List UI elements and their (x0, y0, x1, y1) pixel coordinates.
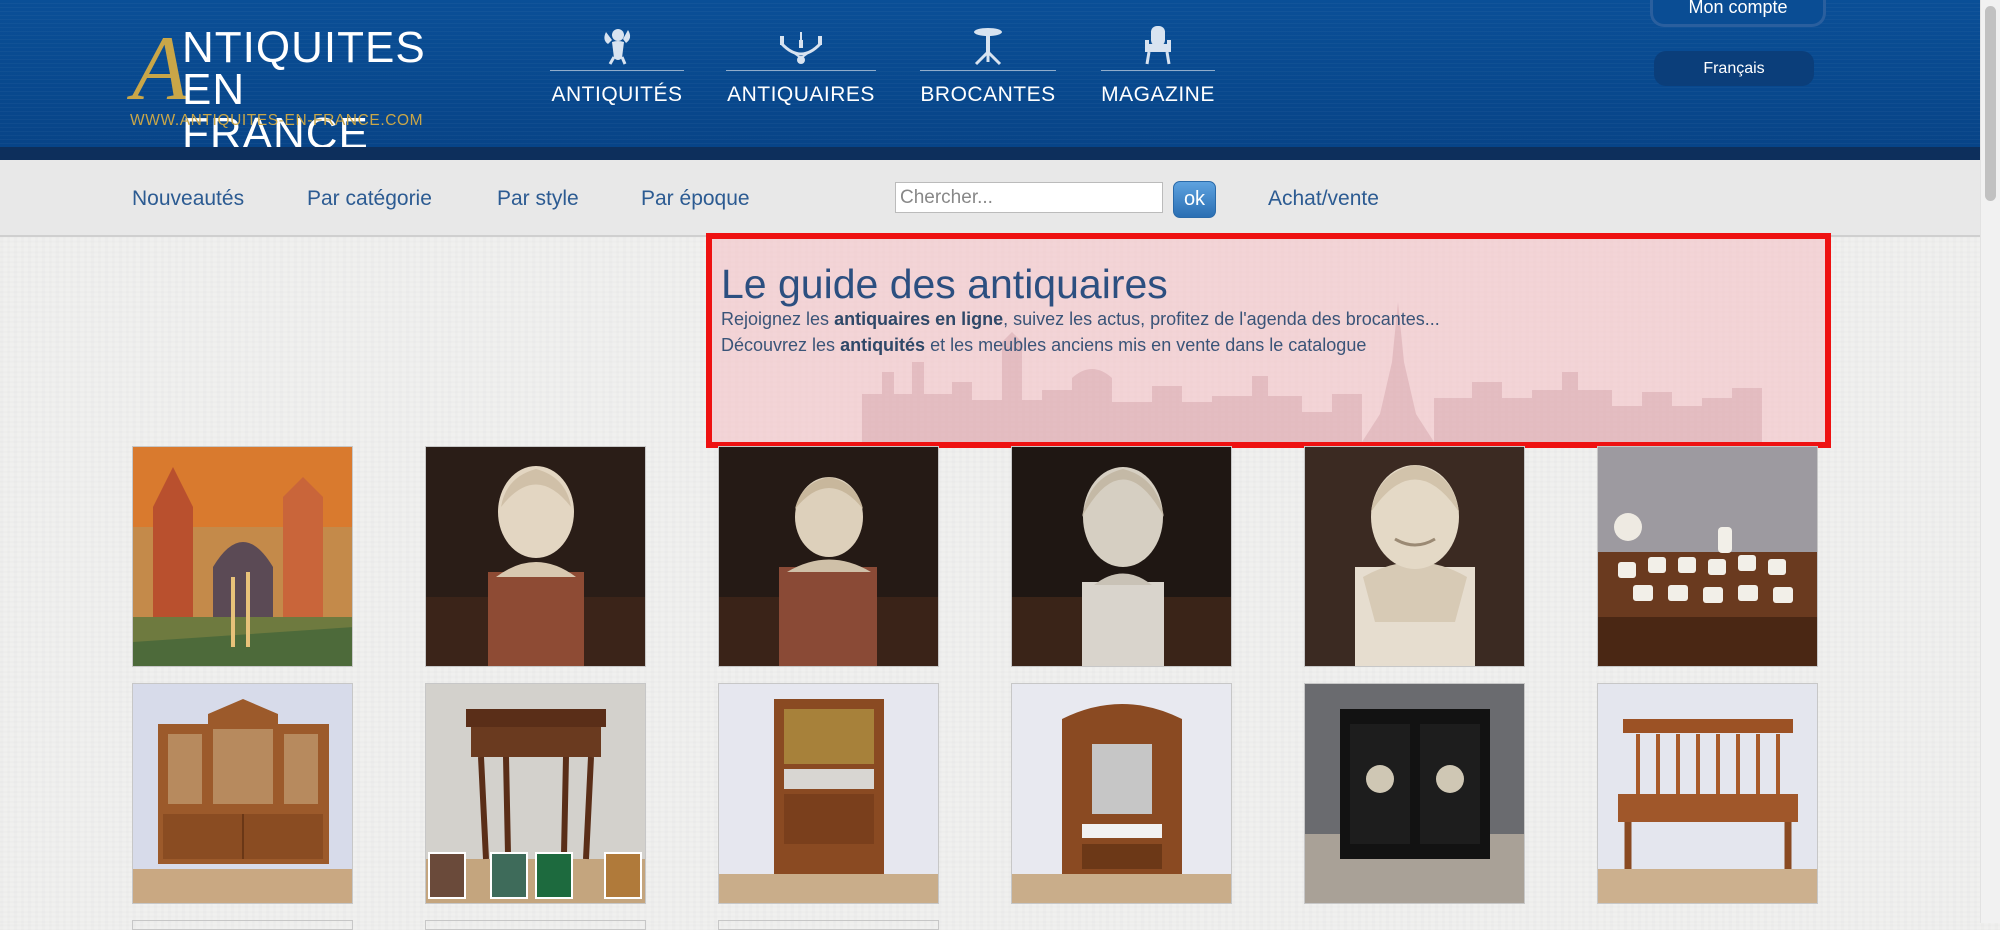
product-thumbnail[interactable] (718, 920, 939, 930)
cherub-icon (550, 22, 684, 70)
product-thumbnail[interactable] (1304, 683, 1525, 904)
sub-nav: Nouveautés Par catégorie Par style Par é… (0, 160, 1980, 237)
product-thumbnail[interactable] (718, 446, 939, 667)
hero-line-1-after: , suivez les actus, profitez de l'agenda… (1003, 309, 1440, 329)
product-thumbnail[interactable] (1011, 446, 1232, 667)
subnav-achat-vente[interactable]: Achat/vente (1268, 187, 1379, 211)
product-thumbnail[interactable] (1011, 683, 1232, 904)
product-thumbnail[interactable] (718, 683, 939, 904)
hero-line-2: Découvrez les antiquités et les meubles … (721, 335, 1366, 356)
search-input[interactable] (895, 182, 1163, 213)
language-button[interactable]: Français (1654, 51, 1814, 86)
nav-label: ANTIQUAIRES (727, 83, 875, 106)
product-thumbnail[interactable] (1597, 446, 1818, 667)
nav-rule (1101, 70, 1215, 71)
subnav-nouveautes[interactable]: Nouveautés (132, 187, 244, 211)
site-logo[interactable]: A NTIQUITES EN FRANCE WWW.ANTIQUITES-EN-… (130, 17, 440, 156)
mini-thumbnail[interactable] (490, 852, 528, 899)
product-thumbnail[interactable] (425, 446, 646, 667)
hero-line-2-after: et les meubles anciens mis en vente dans… (925, 335, 1367, 355)
product-thumbnail[interactable] (132, 683, 353, 904)
nav-label: BROCANTES (920, 83, 1056, 106)
hero-line-1-bold[interactable]: antiquaires en ligne (834, 309, 1003, 329)
nav-label: MAGAZINE (1101, 83, 1215, 106)
nav-antiquaires[interactable]: ANTIQUAIRES (726, 22, 876, 107)
product-thumbnail[interactable] (132, 446, 353, 667)
product-thumbnail[interactable] (425, 920, 646, 930)
nav-antiquites[interactable]: ANTIQUITÉS (550, 22, 684, 107)
subnav-par-categorie[interactable]: Par catégorie (307, 187, 432, 211)
product-thumbnail[interactable] (425, 683, 646, 904)
nav-magazine[interactable]: MAGAZINE (1101, 22, 1215, 107)
subnav-par-style[interactable]: Par style (497, 187, 579, 211)
nav-rule (920, 70, 1056, 71)
logo-letter: A (132, 17, 189, 119)
mini-thumbnail[interactable] (428, 852, 466, 899)
chandelier-icon (726, 22, 876, 70)
hero-line-1-before: Rejoignez les (721, 309, 835, 329)
pedestal-table-icon (920, 22, 1056, 70)
hero-line-1: Rejoignez les antiquaires en ligne, suiv… (721, 309, 1440, 330)
nav-rule (726, 70, 876, 71)
search-ok-button[interactable]: ok (1173, 181, 1216, 218)
page-scrollbar[interactable] (1980, 0, 2000, 923)
logo-url: WWW.ANTIQUITES-EN-FRANCE.COM (130, 112, 424, 129)
mini-thumbnail[interactable] (604, 852, 642, 899)
hero-title: Le guide des antiquaires (721, 261, 1168, 307)
product-thumbnail[interactable] (1304, 446, 1525, 667)
hero-line-2-before: Découvrez les (721, 335, 841, 355)
scrollbar-thumb[interactable] (1985, 6, 1996, 201)
account-button[interactable]: Mon compte (1650, 0, 1826, 27)
nav-label: ANTIQUITÉS (551, 83, 683, 106)
header-band (0, 147, 1980, 160)
nav-brocantes[interactable]: BROCANTES (920, 22, 1056, 107)
hero-banner: Le guide des antiquaires Rejoignez les a… (706, 233, 1831, 448)
product-thumbnail[interactable] (132, 920, 353, 930)
nav-rule (550, 70, 684, 71)
subnav-par-epoque[interactable]: Par époque (641, 187, 750, 211)
product-thumbnail[interactable] (1597, 683, 1818, 904)
armchair-icon (1101, 22, 1215, 70)
thumbnail-strip (428, 852, 643, 899)
logo-line-1: NTIQUITES (182, 23, 426, 72)
hero-line-2-bold[interactable]: antiquités (840, 335, 925, 355)
site-header: A NTIQUITES EN FRANCE WWW.ANTIQUITES-EN-… (0, 0, 1980, 160)
mini-thumbnail[interactable] (535, 852, 573, 899)
